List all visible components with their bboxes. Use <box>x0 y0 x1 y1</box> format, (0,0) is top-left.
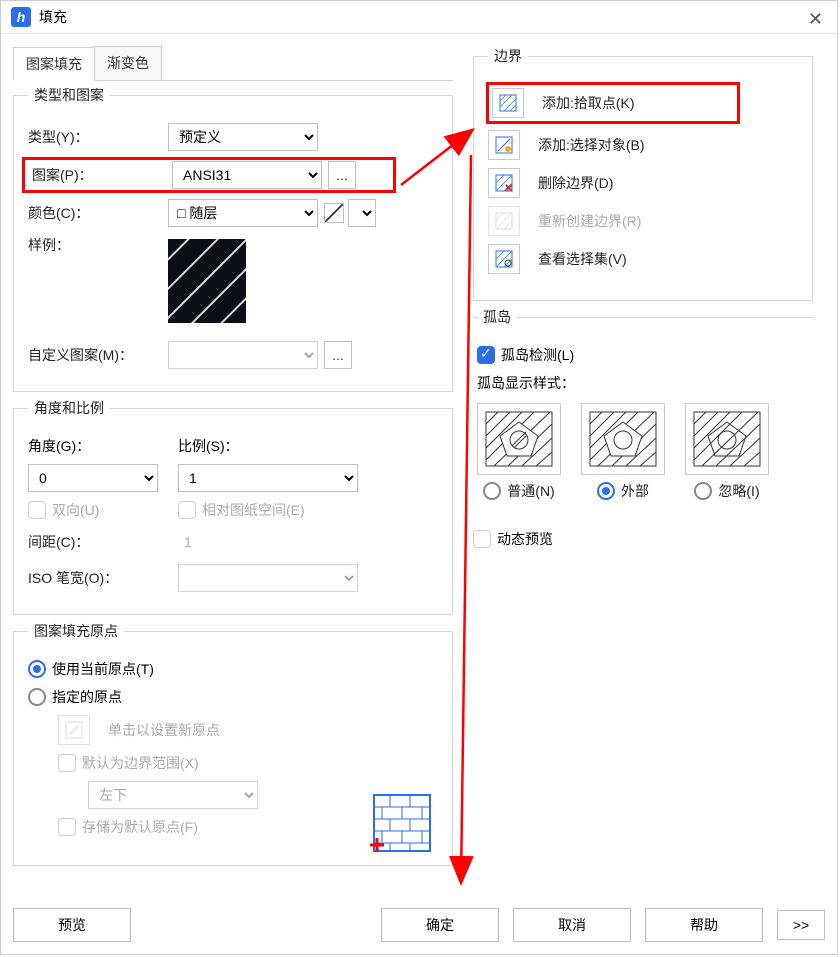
tab-gradient[interactable]: 渐变色 <box>94 46 162 80</box>
view-selection-icon[interactable] <box>488 244 520 274</box>
checkbox-dynamic-preview[interactable] <box>473 530 491 548</box>
remove-boundary-icon[interactable] <box>488 168 520 198</box>
ok-button[interactable]: 确定 <box>381 908 499 942</box>
island-style-ignore-icon[interactable] <box>685 403 769 475</box>
island-style-outer-icon[interactable] <box>581 403 665 475</box>
view-selection-button[interactable]: 查看选择集(V) <box>538 249 627 269</box>
select-color[interactable]: □ 随层 <box>168 199 318 227</box>
label-rel-paper: 相对图纸空间(E) <box>202 500 305 520</box>
select-type[interactable]: 预定义 <box>168 123 318 151</box>
select-scale[interactable]: 1 <box>178 464 358 492</box>
select-custom-pattern <box>168 341 318 369</box>
app-icon: h <box>11 7 31 27</box>
select-origin-position: 左下 <box>88 781 258 809</box>
group-type-pattern: 类型和图案 类型(Y)： 预定义 图案(P)： ANSI31 ... 颜色(C)… <box>13 85 453 392</box>
label-double: 双向(U) <box>52 500 99 520</box>
label-store-default: 存储为默认原点(F) <box>82 817 198 837</box>
label-scale: 比例(S)： <box>178 436 239 456</box>
legend-island: 孤岛 <box>477 307 517 327</box>
group-origin: 图案填充原点 使用当前原点(T) 指定的原点 单击以设置新原点 <box>13 621 453 866</box>
tab-pattern-fill[interactable]: 图案填充 <box>13 47 95 81</box>
custom-pattern-more-button[interactable]: ... <box>324 341 352 369</box>
group-island: 孤岛 孤岛检测(L) 孤岛显示样式： <box>473 307 813 515</box>
label-dynamic-preview: 动态预览 <box>497 529 553 549</box>
recreate-boundary-icon <box>488 206 520 236</box>
legend-boundary: 边界 <box>488 46 528 66</box>
expand-button[interactable]: >> <box>777 910 825 940</box>
color-swatch-icon[interactable] <box>324 203 344 223</box>
click-new-origin-icon <box>58 715 90 745</box>
label-sample: 样例： <box>28 235 168 255</box>
radio-use-current-origin[interactable] <box>28 660 46 678</box>
label-island-ignore: 忽略(I) <box>718 481 759 501</box>
radio-specified-origin[interactable] <box>28 688 46 706</box>
select-pattern[interactable]: ANSI31 <box>172 161 322 189</box>
remove-boundary-button[interactable]: 删除边界(D) <box>538 173 613 193</box>
label-pattern: 图案(P)： <box>32 165 172 185</box>
label-default-extents: 默认为边界范围(X) <box>82 753 199 773</box>
label-type: 类型(Y)： <box>28 127 168 147</box>
radio-island-ignore[interactable] <box>694 482 712 500</box>
label-color: 颜色(C)： <box>28 203 168 223</box>
radio-island-normal[interactable] <box>483 482 501 500</box>
pick-points-button[interactable]: 添加:拾取点(K) <box>542 93 635 113</box>
input-spacing <box>178 528 358 556</box>
label-island-style: 孤岛显示样式： <box>477 373 799 393</box>
checkbox-double <box>28 501 46 519</box>
select-objects-icon[interactable] <box>488 130 520 160</box>
label-island-normal: 普通(N) <box>507 481 554 501</box>
close-icon[interactable]: ✕ <box>808 9 823 30</box>
legend-angle-scale: 角度和比例 <box>28 398 110 418</box>
radio-island-outer[interactable] <box>597 482 615 500</box>
sample-swatch[interactable] <box>168 239 246 323</box>
legend-type-pattern: 类型和图案 <box>28 85 110 105</box>
label-iso-pen: ISO 笔宽(O)： <box>28 568 178 588</box>
island-style-normal-icon[interactable] <box>477 403 561 475</box>
pick-points-icon[interactable] <box>492 88 524 118</box>
checkbox-rel-paper <box>178 501 196 519</box>
label-use-current-origin: 使用当前原点(T) <box>52 659 154 679</box>
recreate-boundary-button: 重新创建边界(R) <box>538 211 641 231</box>
select-color-extra[interactable] <box>348 199 376 227</box>
label-custom-pattern: 自定义图案(M)： <box>28 345 168 365</box>
label-click-new-origin: 单击以设置新原点 <box>108 720 220 740</box>
label-island-detect: 孤岛检测(L) <box>501 345 574 365</box>
origin-preview-icon <box>370 791 434 855</box>
checkbox-default-extents <box>58 754 76 772</box>
cancel-button[interactable]: 取消 <box>513 908 631 942</box>
label-spacing: 间距(C)： <box>28 532 178 552</box>
label-angle: 角度(G)： <box>28 436 178 456</box>
preview-button[interactable]: 预览 <box>13 908 131 942</box>
group-boundary: 边界 添加:拾取点(K) 添加:选择对象(B) <box>473 46 813 301</box>
window-title: 填充 <box>39 7 67 27</box>
select-iso-pen <box>178 564 358 592</box>
checkbox-island-detect[interactable] <box>477 346 495 364</box>
checkbox-store-default <box>58 818 76 836</box>
select-angle[interactable]: 0 <box>28 464 158 492</box>
select-objects-button[interactable]: 添加:选择对象(B) <box>538 135 645 155</box>
legend-origin: 图案填充原点 <box>28 621 124 641</box>
label-island-outer: 外部 <box>621 481 649 501</box>
group-angle-scale: 角度和比例 角度(G)： 比例(S)： 0 1 双向(U) <box>13 398 453 615</box>
pattern-more-button[interactable]: ... <box>328 161 356 189</box>
help-button[interactable]: 帮助 <box>645 908 763 942</box>
label-specified-origin: 指定的原点 <box>52 687 122 707</box>
